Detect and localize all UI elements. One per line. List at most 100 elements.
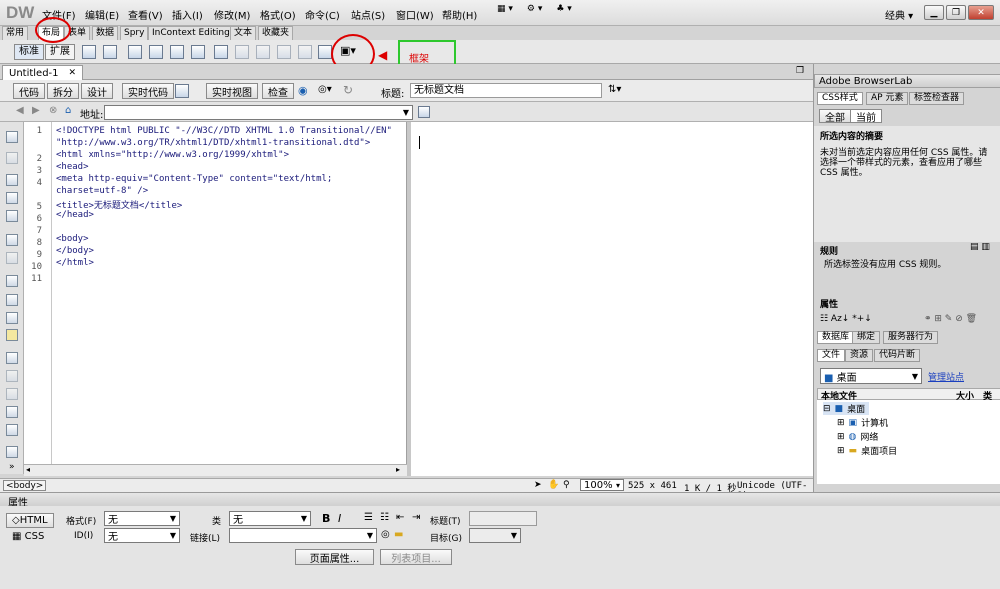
bold-icon[interactable]: B bbox=[322, 512, 330, 525]
browserlab-panel-header[interactable]: Adobe BrowserLab bbox=[814, 74, 1000, 88]
spry-menu-icon[interactable] bbox=[128, 45, 142, 59]
tab-data[interactable]: 数据 bbox=[92, 26, 119, 40]
recent-snippets-icon[interactable] bbox=[6, 406, 18, 418]
close-icon[interactable]: ✕ bbox=[968, 5, 994, 20]
collapse-selection-icon[interactable] bbox=[6, 192, 18, 204]
menu-modify[interactable]: 修改(M) bbox=[214, 7, 250, 22]
outdent-icon[interactable]: ⇤ bbox=[396, 512, 404, 523]
site-select[interactable]: ■ 桌面 ▼ bbox=[820, 368, 922, 384]
div-icon[interactable] bbox=[82, 45, 96, 59]
info-bar-icon[interactable] bbox=[6, 329, 18, 341]
menu-help[interactable]: 帮助(H) bbox=[442, 7, 477, 22]
italic-icon[interactable]: I bbox=[338, 512, 341, 525]
live-view-button[interactable]: 实时视图 bbox=[206, 83, 258, 99]
standard-mode-button[interactable]: 标准 bbox=[14, 44, 44, 60]
tab-spry[interactable]: Spry bbox=[120, 26, 149, 40]
split-view-button[interactable]: 拆分 bbox=[47, 83, 79, 99]
design-view[interactable] bbox=[411, 122, 813, 476]
zoom-select[interactable]: 100% ▾ bbox=[580, 479, 624, 491]
ordered-list-icon[interactable]: ☷ bbox=[380, 512, 389, 523]
tab-text[interactable]: 文本 bbox=[230, 26, 257, 40]
live-code-button[interactable]: 实时代码 bbox=[122, 83, 174, 99]
menu-commands[interactable]: 命令(C) bbox=[305, 7, 340, 22]
spry-tabbed-icon[interactable] bbox=[149, 45, 163, 59]
scroll-left-icon[interactable]: ◂ bbox=[26, 465, 30, 474]
expand-all-icon[interactable] bbox=[6, 210, 18, 222]
menu-window[interactable]: 窗口(W) bbox=[396, 7, 434, 22]
pointer-icon[interactable]: ➤ bbox=[534, 480, 542, 490]
restore-icon[interactable]: ❐ bbox=[946, 5, 966, 20]
unordered-list-icon[interactable]: ☰ bbox=[364, 512, 373, 523]
minimize-icon[interactable]: ▁ bbox=[924, 5, 944, 20]
options-icon[interactable] bbox=[418, 106, 430, 118]
tree-item[interactable]: ⊞ ▣ 计算机 bbox=[837, 416, 888, 430]
code-view-button[interactable]: 代码 bbox=[13, 83, 45, 99]
open-documents-icon[interactable] bbox=[6, 131, 18, 143]
menu-view[interactable]: 查看(V) bbox=[128, 7, 163, 22]
table-icon[interactable] bbox=[214, 45, 228, 59]
word-wrap-icon[interactable] bbox=[6, 312, 18, 324]
indent-text-icon[interactable]: ⇥ bbox=[412, 512, 420, 523]
refresh-icon[interactable]: ↻ bbox=[343, 83, 353, 97]
close-tab-icon[interactable]: ✕ bbox=[69, 68, 77, 78]
more-tools-icon[interactable]: » bbox=[9, 462, 15, 472]
globe-icon[interactable]: ◉ bbox=[298, 84, 308, 97]
apply-comment-icon[interactable] bbox=[6, 352, 18, 364]
css-mode-button[interactable]: ▦ CSS bbox=[12, 531, 44, 542]
restore-doc-icon[interactable]: ❐ bbox=[796, 66, 804, 76]
properties-header[interactable]: 属性 bbox=[0, 492, 1000, 509]
browse-folder-icon[interactable]: ▬ bbox=[394, 529, 403, 540]
tab-incontext[interactable]: InContext Editing bbox=[148, 26, 234, 40]
tab-databases[interactable]: 数据库 bbox=[817, 331, 855, 344]
tree-item[interactable]: ⊞ ▬ 桌面项目 bbox=[837, 444, 897, 458]
tree-item[interactable]: ⊞ ◍ 网络 bbox=[837, 430, 878, 444]
layout-icon[interactable]: ▦ ▾ bbox=[497, 4, 513, 14]
tab-snippets[interactable]: 代码片断 bbox=[874, 349, 921, 362]
menu-site[interactable]: 站点(S) bbox=[351, 7, 385, 22]
select-parent-tag-icon[interactable] bbox=[6, 234, 18, 246]
zoom-icon[interactable]: ⚲ bbox=[563, 480, 570, 490]
point-to-file-icon[interactable]: ◎ bbox=[381, 529, 390, 540]
hand-icon[interactable]: ✋ bbox=[548, 480, 559, 490]
ap-div-icon[interactable] bbox=[103, 45, 117, 59]
manage-sites-link[interactable]: 管理站点 bbox=[928, 370, 964, 383]
iframe-icon[interactable] bbox=[318, 45, 332, 59]
id-select[interactable]: 无 ▼ bbox=[104, 528, 180, 543]
spry-collapsible-icon[interactable] bbox=[191, 45, 205, 59]
code-horizontal-scrollbar[interactable]: ◂ ▸ bbox=[24, 464, 407, 476]
move-css-icon[interactable] bbox=[6, 424, 18, 436]
props-view-icons[interactable]: ☷ Az↓ *+↓ bbox=[820, 314, 872, 324]
tab-tag-inspector[interactable]: 标签检查器 bbox=[909, 92, 965, 105]
css-all-button[interactable]: 全部 bbox=[819, 109, 851, 124]
tab-ap-elements[interactable]: AP 元素 bbox=[866, 92, 909, 105]
class-select[interactable]: 无 ▼ bbox=[229, 511, 311, 526]
menu-insert[interactable]: 插入(I) bbox=[172, 7, 203, 22]
code-view[interactable]: 1 2 3 4 5 6 7 8 9 10 11 <!DOCTYPE html P… bbox=[24, 122, 407, 464]
design-view-button[interactable]: 设计 bbox=[81, 83, 113, 99]
tab-server-behaviors[interactable]: 服务器行为 bbox=[883, 331, 939, 344]
inspect-mode-icon[interactable] bbox=[175, 84, 189, 98]
props-action-icons[interactable]: ⚭ ⊞ ✎ ⊘ 🗑 bbox=[924, 314, 977, 324]
tag-selector[interactable]: <body> bbox=[3, 480, 47, 491]
page-properties-button[interactable]: 页面属性... bbox=[295, 549, 374, 565]
expanded-mode-button[interactable]: 扩展 bbox=[45, 44, 75, 60]
forward-icon[interactable]: ▶ bbox=[32, 105, 40, 116]
title-input[interactable]: 无标题文档 bbox=[410, 83, 602, 98]
target-select[interactable]: ▼ bbox=[469, 528, 521, 543]
home-icon[interactable]: ⌂ bbox=[65, 105, 71, 116]
link-input[interactable]: ▼ bbox=[229, 528, 377, 543]
document-tab[interactable]: Untitled-1 ✕ bbox=[2, 65, 84, 80]
indent-icon[interactable] bbox=[6, 446, 18, 458]
validate-icon[interactable]: ◎▾ bbox=[318, 84, 332, 95]
window-size[interactable]: 525 x 461 bbox=[628, 481, 677, 491]
spry-accordion-icon[interactable] bbox=[170, 45, 184, 59]
back-icon[interactable]: ◀ bbox=[16, 105, 24, 116]
menu-format[interactable]: 格式(O) bbox=[260, 7, 296, 22]
tab-favorites[interactable]: 收藏夹 bbox=[258, 26, 294, 40]
workspace-switcher[interactable]: 经典 ▾ bbox=[885, 7, 913, 22]
tab-common[interactable]: 常用 bbox=[2, 26, 29, 40]
stop-icon[interactable]: ⊗ bbox=[49, 105, 57, 116]
line-numbers-icon[interactable] bbox=[6, 275, 18, 287]
collapse-tag-icon[interactable] bbox=[6, 174, 18, 186]
html-mode-button[interactable]: ◇ HTML bbox=[6, 513, 54, 528]
